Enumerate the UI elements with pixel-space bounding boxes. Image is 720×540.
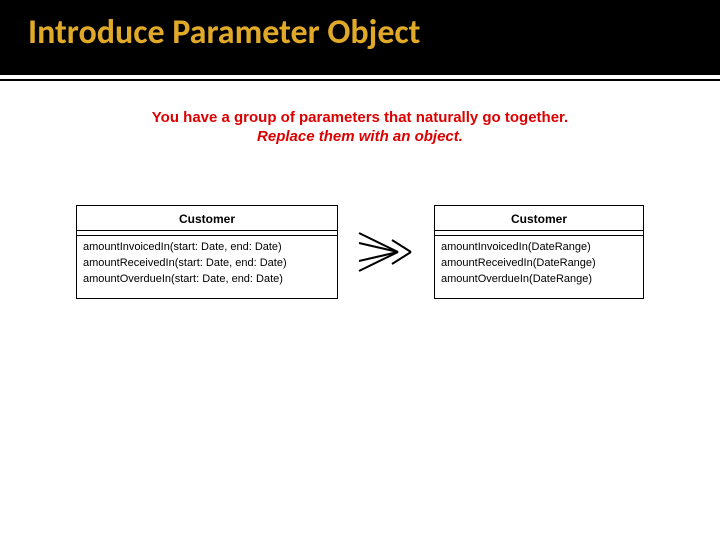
solution-statement: Replace them with an object.: [40, 128, 680, 145]
uml-method: amountReceivedIn(start: Date, end: Date): [83, 256, 331, 272]
uml-method: amountOverdueIn(DateRange): [441, 272, 637, 288]
uml-class-name-after: Customer: [435, 206, 643, 231]
content-area: You have a group of parameters that natu…: [0, 81, 720, 299]
uml-methods-after: amountInvoicedIn(DateRange) amountReceiv…: [435, 236, 643, 298]
problem-statement: You have a group of parameters that natu…: [40, 109, 680, 126]
uml-method: amountOverdueIn(start: Date, end: Date): [83, 272, 331, 288]
slide-title: Introduce Parameter Object: [28, 12, 720, 53]
uml-method: amountInvoicedIn(DateRange): [441, 240, 637, 256]
header-bar: Introduce Parameter Object: [0, 0, 720, 75]
uml-class-name-before: Customer: [77, 206, 337, 231]
diagram-row: Customer amountInvoicedIn(start: Date, e…: [40, 205, 680, 299]
uml-method: amountReceivedIn(DateRange): [441, 256, 637, 272]
uml-class-after: Customer amountInvoicedIn(DateRange) amo…: [434, 205, 644, 299]
uml-method: amountInvoicedIn(start: Date, end: Date): [83, 240, 331, 256]
arrow-icon: [356, 222, 416, 282]
uml-methods-before: amountInvoicedIn(start: Date, end: Date)…: [77, 236, 337, 298]
uml-class-before: Customer amountInvoicedIn(start: Date, e…: [76, 205, 338, 299]
